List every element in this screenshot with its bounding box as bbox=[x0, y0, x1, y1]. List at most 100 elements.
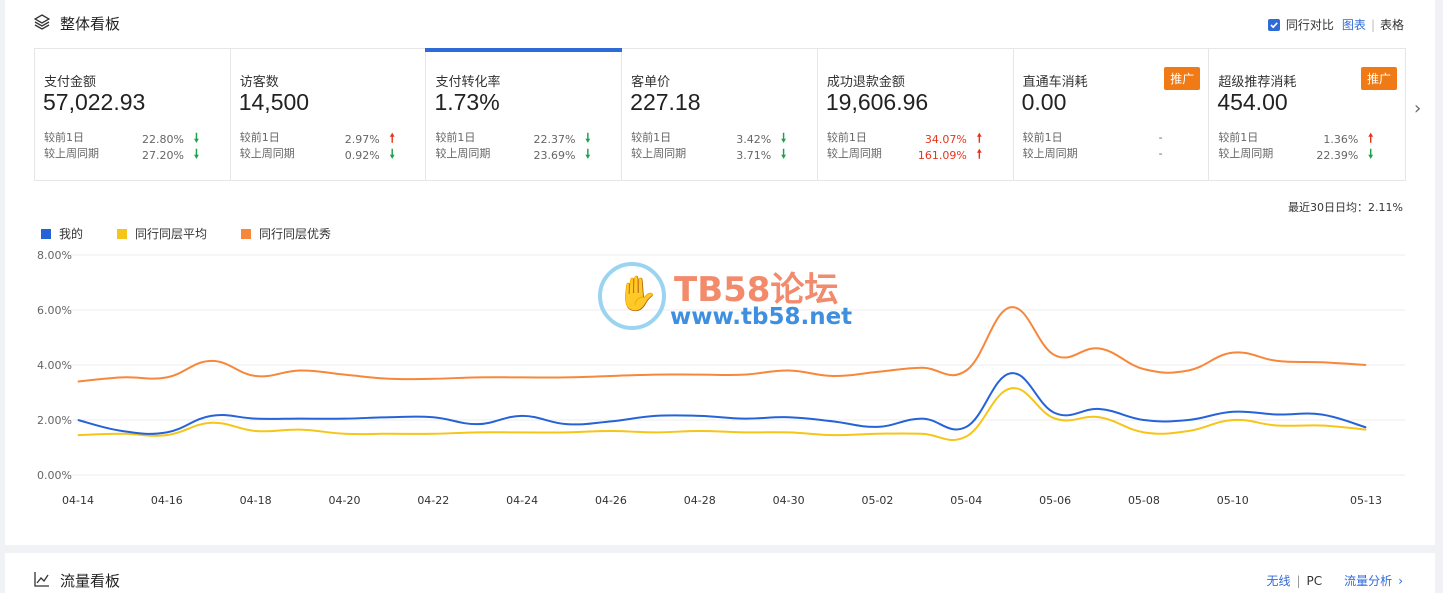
compare-pct: 27.20% 🠗 bbox=[142, 145, 199, 166]
data-point bbox=[876, 426, 878, 428]
watermark-url: www.tb58.net bbox=[670, 304, 853, 330]
data-point bbox=[521, 376, 523, 378]
data-point bbox=[388, 433, 390, 435]
x-tick-label: 05-10 bbox=[1217, 494, 1249, 507]
data-point bbox=[965, 426, 967, 428]
pct-value: 23.69% bbox=[533, 149, 576, 162]
pc-link[interactable]: PC bbox=[1307, 574, 1323, 588]
legend-swatch bbox=[41, 228, 51, 239]
metric-value: 14,500 bbox=[238, 89, 310, 115]
metric-card[interactable]: 成功退款金额 19,606.96 较前1日 34.07% 🠕 较上周同期 161.09% 🠕 bbox=[818, 49, 1014, 180]
data-point bbox=[121, 433, 123, 435]
data-point bbox=[166, 431, 168, 433]
traffic-panel: 流量看板 无线 | PC 流量分析 › bbox=[5, 553, 1435, 593]
data-point bbox=[1321, 361, 1323, 363]
metric-card[interactable]: 超级推荐消耗 454.00 较前1日 1.36% 🠕 较上周同期 22.39% 🠗 推广 bbox=[1209, 49, 1405, 180]
data-point bbox=[1099, 348, 1101, 349]
data-point bbox=[1143, 368, 1145, 370]
panel-title: 整体看板 bbox=[60, 15, 121, 33]
traffic-panel-title: 流量看板 bbox=[60, 572, 121, 590]
chevron-right-icon[interactable]: › bbox=[1398, 574, 1403, 588]
data-point bbox=[921, 433, 923, 435]
legend-label: 同行同层平均 bbox=[135, 227, 208, 241]
chart-legend: 我的 同行同层平均 同行同层优秀 bbox=[41, 225, 365, 242]
layers-icon bbox=[34, 14, 50, 30]
metric-name: 超级推荐消耗 bbox=[1218, 75, 1297, 90]
metric-card[interactable]: 支付转化率 1.73% 较前1日 22.37% 🠗 较上周同期 23.69% 🠗 bbox=[425, 48, 623, 180]
data-point bbox=[1187, 419, 1189, 421]
pct-value: 27.20% bbox=[142, 149, 184, 162]
data-point bbox=[965, 436, 967, 437]
data-point bbox=[343, 433, 345, 435]
data-point bbox=[654, 431, 656, 433]
pct-value: - bbox=[1158, 146, 1163, 160]
promote-button[interactable]: 推广 bbox=[1361, 67, 1398, 90]
pct-value: 161.09% bbox=[917, 149, 967, 162]
compare-label: 较上周同期 bbox=[239, 147, 295, 160]
metric-compare-week: 较上周同期 0.92% 🠗 bbox=[240, 145, 395, 166]
compare-label[interactable]: 同行对比 bbox=[1286, 16, 1334, 33]
compare-checkbox[interactable] bbox=[1267, 18, 1280, 31]
data-point bbox=[1010, 306, 1012, 308]
metric-compare-week: 较上周同期 161.09% 🠕 bbox=[827, 145, 982, 166]
data-point bbox=[121, 376, 123, 378]
data-point bbox=[1232, 411, 1234, 413]
metric-card[interactable]: 访客数 14,500 较前1日 2.97% 🠕 较上周同期 0.92% 🠗 bbox=[231, 49, 427, 180]
data-point bbox=[1365, 426, 1367, 428]
data-point bbox=[699, 374, 701, 376]
legend-swatch bbox=[241, 228, 252, 239]
chevron-right-icon[interactable]: › bbox=[1414, 98, 1421, 119]
data-point bbox=[610, 420, 612, 422]
compare-pct: 22.39% 🠗 bbox=[1316, 145, 1373, 166]
legend-item[interactable]: 同行同层优秀 bbox=[241, 225, 331, 242]
data-point bbox=[1365, 364, 1367, 366]
wireless-link[interactable]: 无线 bbox=[1266, 572, 1290, 589]
legend-label: 同行同层优秀 bbox=[259, 227, 332, 241]
legend-item[interactable]: 同行同层平均 bbox=[117, 225, 207, 242]
data-point bbox=[743, 374, 745, 376]
compare-pct: 161.09% 🠕 bbox=[918, 145, 982, 166]
data-point bbox=[1365, 429, 1367, 431]
data-point bbox=[521, 415, 523, 417]
data-point bbox=[654, 374, 656, 376]
metric-card[interactable]: 支付金额 57,022.93 较前1日 22.80% 🠗 较上周同期 27.20% 🠗 bbox=[35, 49, 231, 180]
avg-30d-label: 最近30日日均：2.11% bbox=[1288, 201, 1403, 214]
compare-label: 较上周同期 bbox=[826, 147, 882, 160]
data-point bbox=[255, 375, 257, 377]
data-point bbox=[210, 422, 212, 424]
data-point bbox=[343, 374, 345, 376]
data-point bbox=[77, 419, 79, 421]
data-point bbox=[788, 431, 790, 433]
legend-item[interactable]: 我的 bbox=[41, 225, 83, 242]
data-point bbox=[432, 433, 434, 435]
data-point bbox=[566, 376, 568, 378]
data-point bbox=[343, 418, 345, 420]
data-point bbox=[1232, 352, 1234, 354]
view-table-link[interactable]: 表格 bbox=[1380, 16, 1404, 33]
x-tick-label: 04-28 bbox=[684, 494, 716, 507]
view-chart-link[interactable]: 图表 bbox=[1342, 16, 1366, 33]
metric-compare-week: 较上周同期 22.39% 🠗 bbox=[1218, 145, 1373, 166]
data-point bbox=[521, 431, 523, 433]
data-point bbox=[1054, 354, 1056, 356]
data-point bbox=[788, 370, 790, 371]
data-point bbox=[166, 376, 168, 378]
x-tick-label: 04-26 bbox=[595, 494, 627, 507]
promote-button[interactable]: 推广 bbox=[1164, 67, 1201, 90]
data-point bbox=[699, 430, 701, 432]
metric-name: 支付转化率 bbox=[435, 75, 501, 90]
series-line bbox=[77, 372, 1367, 435]
pct-value: 22.39% bbox=[1316, 149, 1359, 162]
data-point bbox=[299, 418, 301, 420]
data-point bbox=[743, 431, 745, 433]
metric-card[interactable]: 客单价 227.18 较前1日 3.42% 🠗 较上周同期 3.71% 🠗 bbox=[622, 49, 818, 180]
metric-card[interactable]: 直通车消耗 0.00 较前1日 - 较上周同期 - 推广 bbox=[1014, 49, 1210, 180]
divider: | bbox=[1370, 17, 1375, 32]
data-point bbox=[1054, 418, 1056, 420]
data-point bbox=[477, 431, 479, 433]
pct-value: 3.71% bbox=[736, 149, 772, 162]
data-point bbox=[832, 434, 834, 436]
data-point bbox=[921, 367, 923, 369]
traffic-analysis-link[interactable]: 流量分析 bbox=[1344, 572, 1392, 589]
data-point bbox=[1054, 412, 1056, 414]
